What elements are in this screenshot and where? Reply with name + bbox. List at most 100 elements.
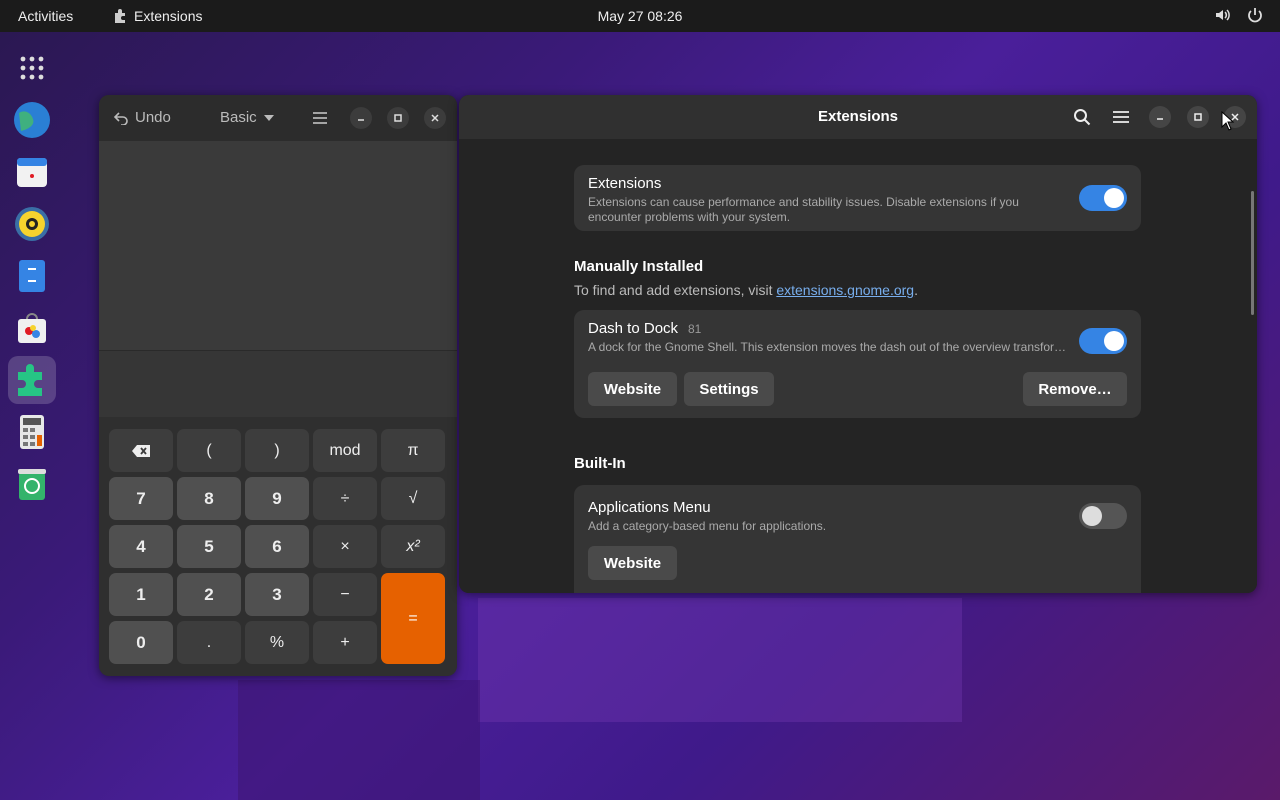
dock-recycle[interactable] bbox=[8, 460, 56, 508]
menu-button[interactable] bbox=[1110, 106, 1132, 128]
dash-to-dock-toggle[interactable] bbox=[1079, 328, 1127, 354]
extensions-icon bbox=[18, 364, 42, 396]
wallpaper-shape bbox=[478, 598, 962, 722]
key-8[interactable]: 8 bbox=[177, 477, 241, 520]
multiply-key[interactable]: × bbox=[313, 525, 377, 568]
maximize-button[interactable] bbox=[1187, 106, 1209, 128]
hamburger-icon bbox=[313, 112, 327, 124]
top-bar: Activities Extensions May 27 08:26 bbox=[0, 0, 1280, 32]
extensions-list[interactable]: Extensions Extensions can cause performa… bbox=[459, 139, 1257, 593]
calendar-icon bbox=[17, 158, 47, 187]
extension-description: A dock for the Gnome Shell. This extensi… bbox=[588, 340, 1067, 354]
scrollbar[interactable] bbox=[1251, 191, 1254, 315]
music-icon bbox=[15, 207, 49, 241]
dock-browser[interactable] bbox=[8, 96, 56, 144]
software-icon bbox=[18, 313, 46, 343]
close-icon bbox=[431, 114, 439, 122]
app-grid-button[interactable] bbox=[8, 44, 56, 92]
menu-button[interactable] bbox=[309, 107, 331, 129]
clock[interactable]: May 27 08:26 bbox=[0, 8, 1280, 24]
key-0[interactable]: 0 bbox=[109, 621, 173, 664]
toggle-knob bbox=[1104, 188, 1124, 208]
undo-button[interactable]: Undo bbox=[113, 109, 171, 126]
website-button[interactable]: Website bbox=[588, 546, 677, 580]
close-paren-key[interactable]: ) bbox=[245, 429, 309, 472]
square-key[interactable]: x² bbox=[381, 525, 445, 568]
browser-icon bbox=[14, 102, 50, 138]
dock-extensions[interactable] bbox=[8, 356, 56, 404]
key-6[interactable]: 6 bbox=[245, 525, 309, 568]
dock-software[interactable] bbox=[8, 304, 56, 352]
system-tray[interactable] bbox=[1214, 6, 1264, 24]
minimize-icon bbox=[1157, 118, 1163, 120]
manual-hint-text: To find and add extensions, visit bbox=[574, 282, 777, 298]
maximize-button[interactable] bbox=[387, 107, 409, 129]
backspace-key[interactable] bbox=[109, 429, 173, 472]
dock-calculator[interactable] bbox=[8, 408, 56, 456]
percent-key[interactable]: % bbox=[245, 621, 309, 664]
add-key[interactable]: + bbox=[313, 621, 377, 664]
extensions-window: Extensions Extensions Extensions can cau… bbox=[459, 95, 1257, 593]
mouse-cursor-icon bbox=[1221, 111, 1235, 131]
dock-files[interactable] bbox=[8, 252, 56, 300]
master-toggle[interactable] bbox=[1079, 185, 1127, 211]
calculator-history[interactable] bbox=[99, 141, 457, 351]
mode-dropdown[interactable]: Basic bbox=[220, 109, 275, 126]
minimize-icon bbox=[358, 119, 364, 121]
builtin-heading: Built-In bbox=[574, 455, 626, 472]
manual-hint: To find and add extensions, visit extens… bbox=[574, 282, 918, 298]
calculator-headerbar: Undo Basic bbox=[99, 95, 457, 142]
divide-key[interactable]: ÷ bbox=[313, 477, 377, 520]
key-7[interactable]: 7 bbox=[109, 477, 173, 520]
window-title: Extensions bbox=[817, 108, 899, 125]
extension-version: 81 bbox=[688, 322, 702, 336]
manual-hint-suffix: . bbox=[914, 282, 918, 298]
extensions-site-link[interactable]: extensions.gnome.org bbox=[776, 282, 914, 298]
backspace-icon bbox=[132, 444, 150, 457]
dock bbox=[8, 44, 60, 512]
key-3[interactable]: 3 bbox=[245, 573, 309, 616]
equals-key[interactable]: = bbox=[381, 573, 445, 664]
open-paren-key[interactable]: ( bbox=[177, 429, 241, 472]
calculator-icon bbox=[20, 415, 44, 449]
dock-music[interactable] bbox=[8, 200, 56, 248]
calculator-input[interactable] bbox=[99, 351, 457, 417]
minimize-button[interactable] bbox=[350, 107, 372, 129]
search-button[interactable] bbox=[1071, 106, 1093, 128]
hamburger-icon bbox=[1113, 111, 1129, 123]
extension-card-applications-menu: Applications Menu Add a category-based m… bbox=[574, 485, 1141, 593]
master-title: Extensions bbox=[588, 175, 662, 192]
key-1[interactable]: 1 bbox=[109, 573, 173, 616]
key-5[interactable]: 5 bbox=[177, 525, 241, 568]
subtract-key[interactable]: − bbox=[313, 573, 377, 616]
key-2[interactable]: 2 bbox=[177, 573, 241, 616]
close-button[interactable] bbox=[424, 107, 446, 129]
extension-name: Applications Menu bbox=[588, 499, 711, 516]
remove-button[interactable]: Remove… bbox=[1023, 372, 1127, 406]
pi-key[interactable]: π bbox=[381, 429, 445, 472]
manual-heading: Manually Installed bbox=[574, 258, 704, 275]
mod-key[interactable]: mod bbox=[313, 429, 377, 472]
dock-calendar[interactable] bbox=[8, 148, 56, 196]
mode-label: Basic bbox=[220, 109, 257, 126]
applications-menu-toggle[interactable] bbox=[1079, 503, 1127, 529]
extension-card-dash-to-dock: Dash to Dock 81 A dock for the Gnome She… bbox=[574, 310, 1141, 418]
maximize-icon bbox=[1194, 113, 1202, 121]
minimize-button[interactable] bbox=[1149, 106, 1171, 128]
volume-icon bbox=[1216, 9, 1230, 21]
master-description: Extensions can cause performance and sta… bbox=[588, 195, 1019, 224]
files-icon bbox=[19, 260, 45, 292]
sqrt-key[interactable]: √ bbox=[381, 477, 445, 520]
maximize-icon bbox=[394, 114, 402, 122]
toggle-knob bbox=[1082, 506, 1102, 526]
decimal-key[interactable]: . bbox=[177, 621, 241, 664]
key-4[interactable]: 4 bbox=[109, 525, 173, 568]
extensions-headerbar: Extensions bbox=[459, 95, 1257, 139]
power-icon bbox=[1248, 8, 1262, 23]
website-button[interactable]: Website bbox=[588, 372, 677, 406]
key-9[interactable]: 9 bbox=[245, 477, 309, 520]
recycle-bin-icon bbox=[18, 469, 46, 500]
settings-button[interactable]: Settings bbox=[684, 372, 774, 406]
wallpaper-shape bbox=[238, 680, 480, 800]
undo-label: Undo bbox=[135, 109, 171, 126]
